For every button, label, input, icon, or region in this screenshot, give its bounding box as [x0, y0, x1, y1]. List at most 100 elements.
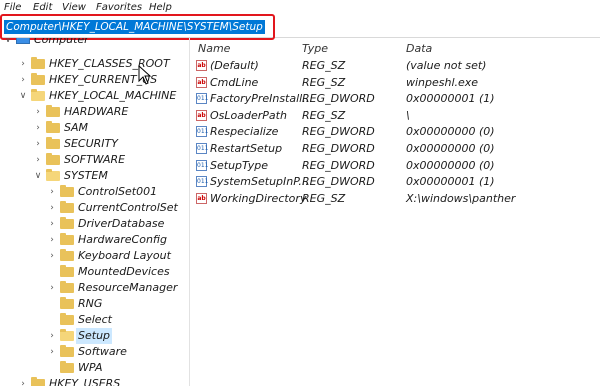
string-value-icon: ab	[196, 192, 207, 204]
value-name: OsLoaderPath	[210, 108, 287, 122]
value-name: SystemSetupInP...	[210, 175, 309, 189]
tree-label: HKEY_USERS	[49, 377, 121, 386]
tree-node-hardware[interactable]: › HARDWARE	[0, 104, 189, 120]
chevron-right-icon[interactable]: ›	[47, 280, 57, 296]
chevron-right-icon[interactable]: ›	[33, 152, 43, 168]
column-data[interactable]: Data	[406, 42, 432, 55]
value-type: REG_SZ	[302, 59, 346, 72]
folder-icon	[46, 121, 60, 133]
chevron-right-icon[interactable]: ›	[47, 200, 57, 216]
value-type: REG_DWORD	[302, 158, 375, 172]
tree-node-hkey-classes-root[interactable]: › HKEY_CLASSES_ROOT	[0, 56, 189, 72]
tree-label: ResourceManager	[78, 281, 178, 294]
chevron-right-icon[interactable]: ›	[33, 136, 43, 152]
pane-divider[interactable]	[189, 38, 190, 386]
chevron-right-icon[interactable]: ›	[47, 216, 57, 232]
tree-node-currentcontrolset[interactable]: › CurrentControlSet	[0, 200, 189, 216]
registry-tree[interactable]: ∨ Computer › HKEY_CLASSES_ROOT › HKEY_CU…	[0, 38, 189, 386]
tree-node-resourcemanager[interactable]: › ResourceManager	[0, 280, 189, 296]
chevron-down-icon[interactable]: ∨	[33, 168, 43, 184]
value-name: (Default)	[210, 59, 259, 72]
tree-node-system[interactable]: ∨ SYSTEM	[0, 168, 189, 184]
column-name[interactable]: Name	[198, 42, 230, 55]
value-row[interactable]: 011 SetupType REG_DWORD 0x00000000 (0)	[196, 158, 600, 174]
chevron-right-icon[interactable]: ›	[18, 56, 28, 72]
chevron-right-icon[interactable]: ›	[47, 232, 57, 248]
menu-help[interactable]: Help	[149, 2, 172, 13]
value-data: 0x00000000 (0)	[406, 142, 495, 155]
chevron-right-icon[interactable]: ›	[47, 344, 57, 360]
value-data: X:\windows\panther	[406, 191, 516, 205]
value-row[interactable]: 011 Respecialize REG_DWORD 0x00000000 (0)	[196, 124, 600, 140]
chevron-right-icon[interactable]: ›	[18, 376, 28, 386]
tree-label: Software	[78, 345, 127, 358]
folder-icon	[60, 297, 74, 309]
menu-favorites[interactable]: Favorites	[96, 2, 142, 13]
folder-icon	[60, 217, 74, 229]
chevron-down-icon[interactable]: ∨	[18, 88, 28, 104]
tree-node-controlset001[interactable]: › ControlSet001	[0, 184, 189, 200]
folder-icon	[60, 265, 74, 277]
tree-label: HardwareConfig	[78, 233, 168, 246]
value-row[interactable]: ab WorkingDirectory REG_SZ X:\windows\panth…	[196, 191, 600, 207]
folder-icon	[60, 233, 74, 245]
tree-label: SECURITY	[64, 137, 118, 150]
value-type: REG_DWORD	[302, 92, 375, 106]
value-row[interactable]: 011 SystemSetupInP... REG_DWORD 0x00000001 …	[196, 174, 600, 190]
column-type[interactable]: Type	[302, 42, 328, 55]
binary-value-icon: 011	[196, 93, 209, 105]
tree-label: Computer	[34, 38, 89, 46]
string-value-icon: ab	[196, 76, 207, 88]
mouse-cursor-icon	[138, 65, 152, 85]
folder-icon	[60, 185, 74, 197]
chevron-right-icon[interactable]: ›	[47, 248, 57, 264]
value-type: REG_DWORD	[302, 175, 375, 189]
chevron-right-icon[interactable]: ›	[33, 120, 43, 136]
folder-icon	[60, 313, 74, 325]
value-row[interactable]: ab (Default) REG_SZ (value not set)	[196, 58, 600, 74]
computer-icon	[16, 38, 30, 44]
folder-icon	[60, 361, 74, 373]
value-row[interactable]: ab OsLoaderPath REG_SZ \	[196, 108, 600, 124]
folder-open-icon	[31, 89, 45, 101]
tree-node-software[interactable]: › SOFTWARE	[0, 152, 189, 168]
tree-node-select[interactable]: Select	[0, 312, 189, 328]
value-name: SetupType	[210, 158, 269, 172]
tree-label: RNG	[78, 297, 103, 310]
folder-icon	[60, 201, 74, 213]
value-row[interactable]: 011 RestartSetup REG_DWORD 0x00000000 (0)	[196, 141, 600, 157]
tree-node-driverdatabase[interactable]: › DriverDatabase	[0, 216, 189, 232]
binary-value-icon: 011	[196, 176, 209, 188]
tree-node-security[interactable]: › SECURITY	[0, 136, 189, 152]
tree-label: DriverDatabase	[78, 217, 165, 230]
tree-node-hardwareconfig[interactable]: › HardwareConfig	[0, 232, 189, 248]
tree-label: Keyboard Layout	[78, 249, 171, 262]
tree-node-hkey-local-machine[interactable]: ∨ HKEY_LOCAL_MACHINE	[0, 88, 189, 104]
tree-node-computer[interactable]: ∨ Computer	[0, 38, 189, 54]
tree-node-software-sys[interactable]: › Software	[0, 344, 189, 360]
tree-node-keyboard-layout[interactable]: › Keyboard Layout	[0, 248, 189, 264]
binary-value-icon: 011	[196, 143, 209, 154]
tree-node-hkey-current-user[interactable]: › HKEY_CURRENT_US	[0, 72, 189, 88]
menu-view[interactable]: View	[62, 2, 86, 13]
value-data: 0x00000001 (1)	[406, 92, 495, 106]
tree-node-setup[interactable]: › Setup	[0, 328, 189, 344]
tree-node-sam[interactable]: › SAM	[0, 120, 189, 136]
value-name: CmdLine	[210, 75, 259, 89]
chevron-down-icon[interactable]: ∨	[3, 38, 13, 48]
value-row[interactable]: 011 FactoryPreInstall... REG_DWORD 0x000000…	[196, 91, 600, 107]
tree-node-rng[interactable]: RNG	[0, 296, 189, 312]
tree-node-mounteddevices[interactable]: MountedDevices	[0, 264, 189, 280]
folder-icon	[46, 137, 60, 149]
tree-label: HKEY_CLASSES_ROOT	[49, 57, 170, 70]
value-type: REG_SZ	[302, 108, 346, 122]
chevron-right-icon[interactable]: ›	[33, 104, 43, 120]
value-row[interactable]: ab CmdLine REG_SZ winpeshl.exe	[196, 75, 600, 91]
tree-node-wpa[interactable]: WPA	[0, 360, 189, 376]
chevron-right-icon[interactable]: ›	[47, 328, 57, 344]
chevron-right-icon[interactable]: ›	[47, 184, 57, 200]
menu-file[interactable]: File	[4, 2, 21, 13]
tree-node-hkey-users[interactable]: › HKEY_USERS	[0, 376, 189, 386]
menu-edit[interactable]: Edit	[33, 2, 52, 13]
chevron-right-icon[interactable]: ›	[18, 72, 28, 88]
